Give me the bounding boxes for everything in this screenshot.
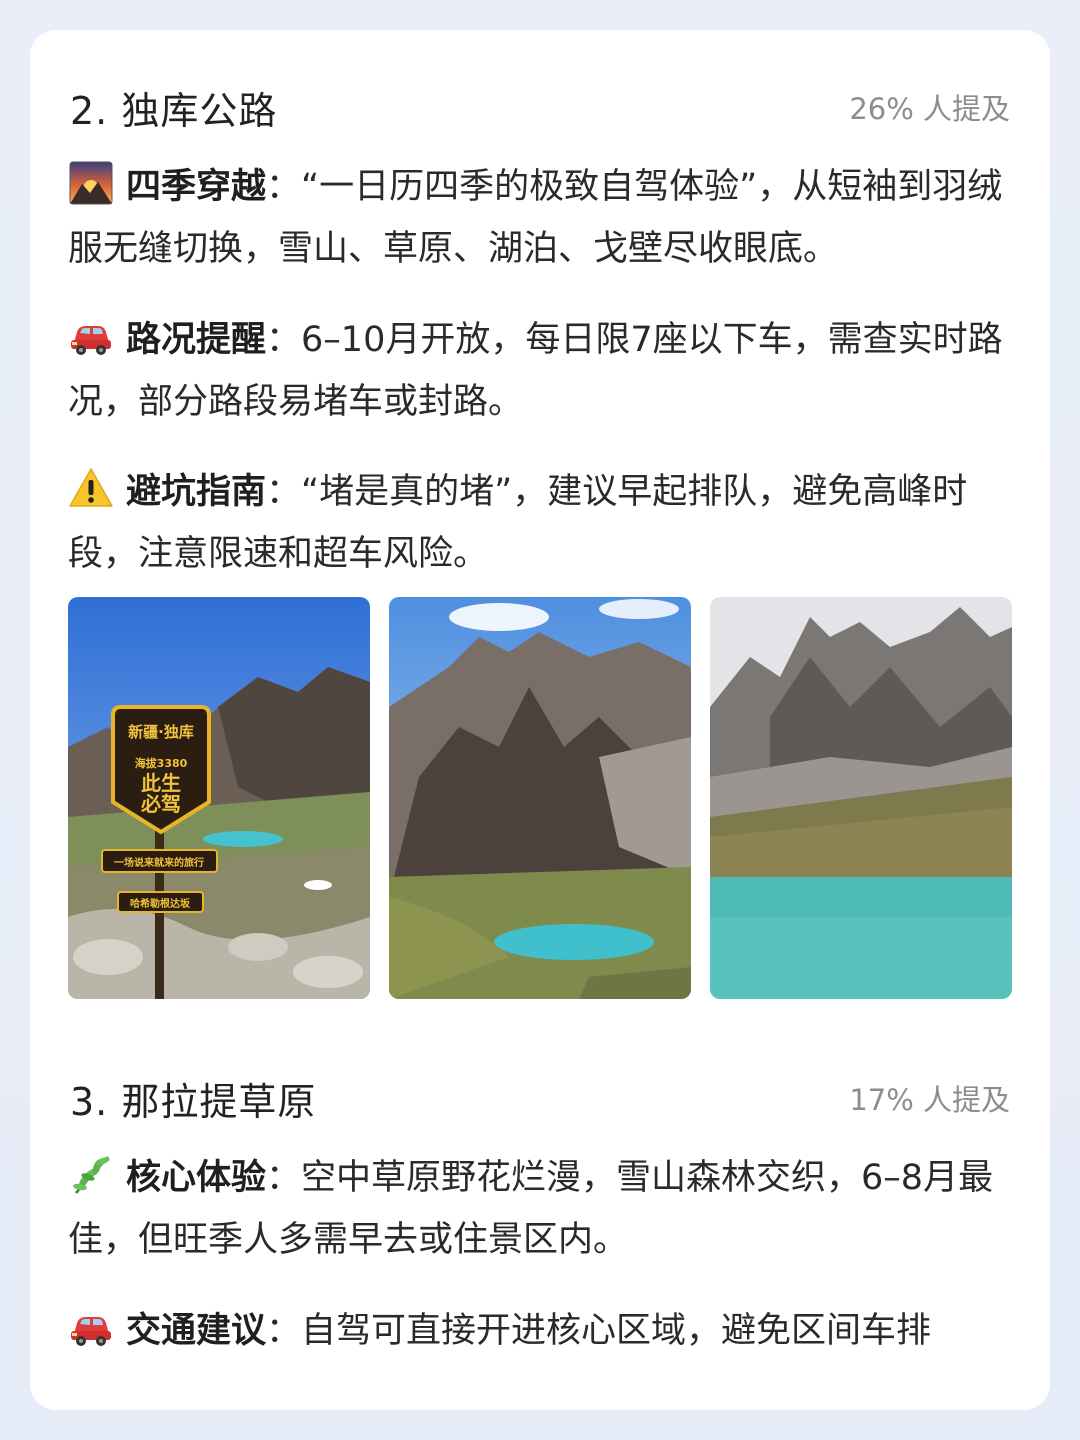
herb-icon <box>68 1151 114 1197</box>
separator: ： <box>266 1311 302 1351</box>
sign-line-4: 必驾 <box>140 792 181 816</box>
tip-paragraph: 避坑指南：“堵是真的堵”，建议早起排队，避免高峰时段，注意限速和超车风险。 <box>68 461 1013 585</box>
separator: ： <box>266 320 302 360</box>
section-title: 3. 那拉提草原 <box>70 1079 317 1124</box>
red-car-icon <box>68 1304 114 1350</box>
tip-label: 核心体验 <box>126 1158 267 1198</box>
tip-label: 路况提醒 <box>126 320 267 360</box>
tip-label: 四季穿越 <box>126 167 267 207</box>
sign-line-1: 新疆·独库 <box>128 723 194 741</box>
section-header-duku: 2. 独库公路 26% 人提及 <box>70 77 1010 137</box>
section-title: 2. 独库公路 <box>70 88 278 133</box>
mountain-lake-photo[interactable] <box>389 597 691 999</box>
sign-plate-2: 哈希勒根达坂 <box>130 897 191 910</box>
tip-paragraph: 核心体验：空中草原野花烂漫，雪山森林交织，6–8月最佳，但旺季人多需早去或住景区… <box>68 1147 1013 1271</box>
section-header-nalati: 3. 那拉提草原 17% 人提及 <box>70 1068 1010 1128</box>
tip-paragraph: 交通建议：自驾可直接开进核心区域，避免区间车排 <box>68 1300 1013 1362</box>
tip-paragraph: 四季穿越：“一日历四季的极致自驾体验”，从短袖到羽绒服无缝切换，雪山、草原、湖泊… <box>68 156 1013 280</box>
tip-label: 交通建议 <box>126 1311 267 1351</box>
tip-paragraph: 路况提醒：6–10月开放，每日限7座以下车，需查实时路况，部分路段易堵车或封路。 <box>68 309 1013 433</box>
sunrise-mountain-icon <box>68 160 114 206</box>
separator: ： <box>266 1158 302 1198</box>
warning-icon <box>68 465 114 511</box>
sign-plate-1: 一场说来就来的旅行 <box>114 856 204 869</box>
tip-label: 避坑指南 <box>126 472 267 512</box>
turquoise-lake-photo[interactable] <box>710 597 1012 999</box>
content-card: 2. 独库公路 26% 人提及 四季穿越：“一日历四季的极致自驾体验”，从短袖到… <box>30 30 1050 1410</box>
mention-rate: 26% 人提及 <box>849 92 1010 126</box>
red-car-icon <box>68 313 114 359</box>
duku-sign-photo[interactable]: 新疆·独库 海拔3380 此生 必驾 一场说来就来的旅行 哈希勒根达坂 <box>68 597 370 999</box>
separator: ： <box>266 472 302 512</box>
tip-text: 自驾可直接开进核心区域，避免区间车排 <box>301 1311 932 1351</box>
separator: ： <box>266 167 302 207</box>
photo-gallery: 新疆·独库 海拔3380 此生 必驾 一场说来就来的旅行 哈希勒根达坂 <box>68 597 1012 999</box>
mention-rate: 17% 人提及 <box>849 1083 1010 1117</box>
sign-line-2: 海拔3380 <box>135 756 188 770</box>
